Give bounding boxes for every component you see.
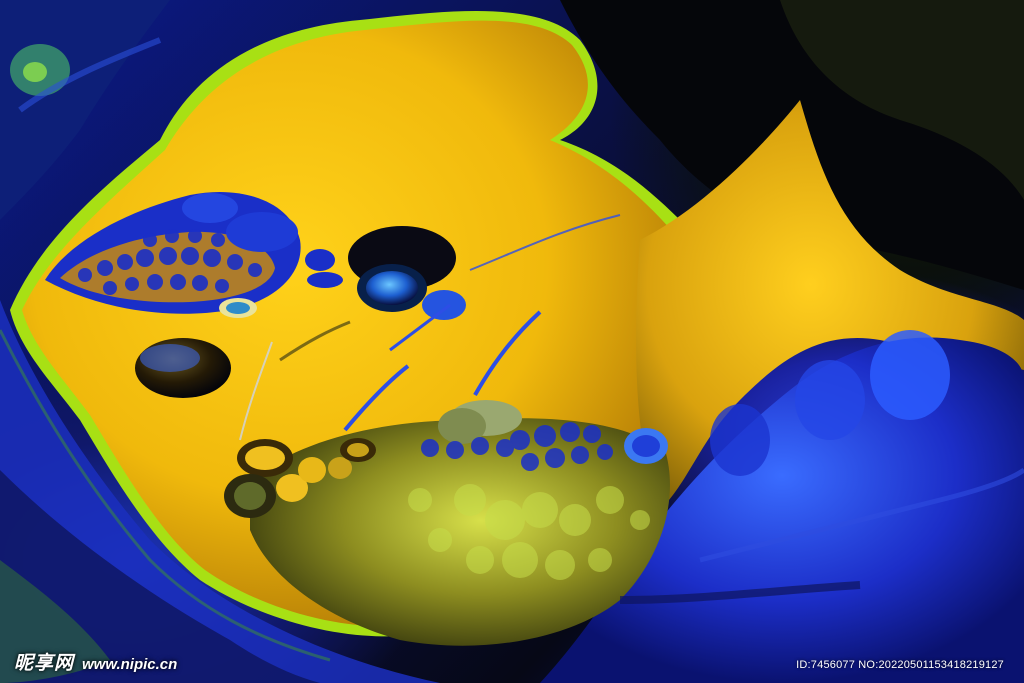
- abstract-fluid-art-image: 昵享网 www.nipic.cn ID:7456077 NO:202205011…: [0, 0, 1024, 683]
- watermark-site: www.nipic.cn: [82, 656, 178, 673]
- watermark-logo: 昵享网: [14, 652, 75, 674]
- fluid-art-shapes: [0, 0, 1024, 683]
- watermark-brand: 昵享网 www.nipic.cn: [14, 648, 177, 675]
- watermark-id: ID:7456077 NO:20220501153418219127: [796, 659, 1004, 671]
